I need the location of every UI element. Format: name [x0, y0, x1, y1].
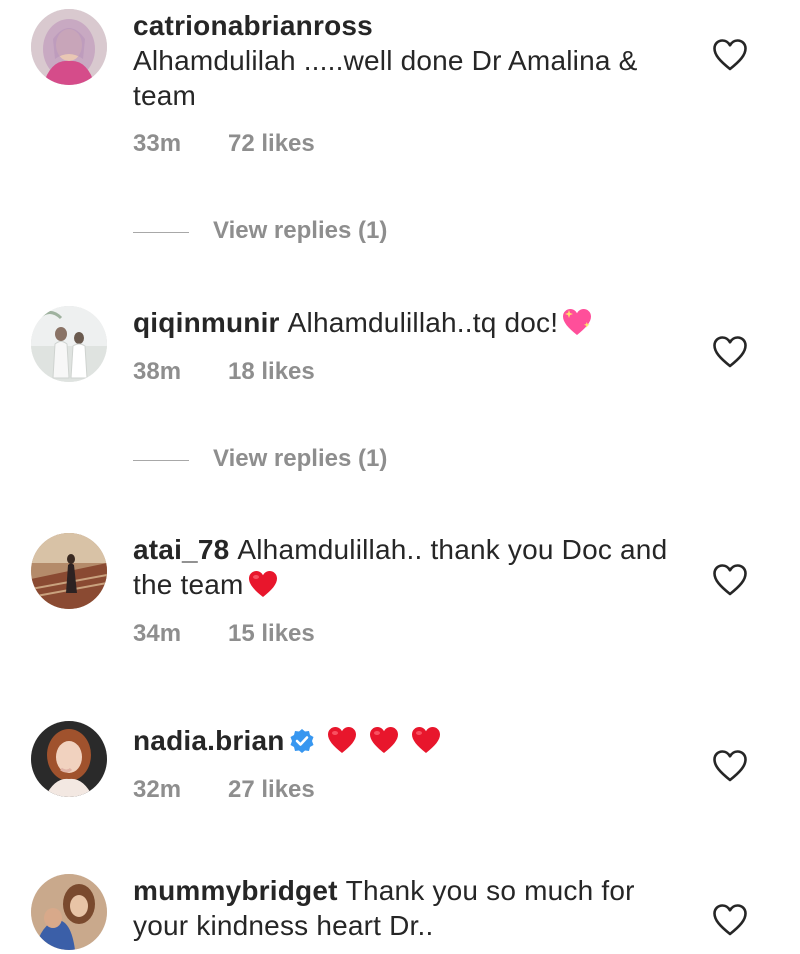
- comment-likes[interactable]: 18 likes: [228, 358, 315, 386]
- red-heart-emoji: [327, 727, 356, 753]
- like-button[interactable]: [712, 749, 748, 783]
- comment-time[interactable]: 32m: [133, 776, 228, 804]
- comment-time[interactable]: 33m: [133, 130, 228, 158]
- red-heart-emoji: [411, 727, 440, 753]
- sparkling-heart-emoji: [563, 309, 592, 335]
- red-heart-emoji: [369, 727, 398, 753]
- comment-username[interactable]: nadia.brian: [133, 725, 285, 756]
- like-button[interactable]: [712, 38, 748, 72]
- avatar[interactable]: [31, 9, 107, 85]
- avatar[interactable]: [31, 533, 107, 609]
- comment-username[interactable]: atai_78: [133, 534, 229, 565]
- heart-outline-icon: [713, 750, 747, 782]
- avatar[interactable]: [31, 721, 107, 797]
- replies-divider: [133, 460, 189, 461]
- comment-meta: 38m 18 likes: [133, 358, 315, 386]
- heart-outline-icon: [713, 564, 747, 596]
- red-heart-emoji: [248, 571, 277, 597]
- heart-outline-icon: [713, 336, 747, 368]
- view-replies-label: View replies (1): [213, 217, 388, 244]
- heart-outline-icon: [713, 39, 747, 71]
- comment-text-block: qiqinmunir Alhamdulillah..tq doc!: [133, 305, 673, 340]
- comment-text-block: atai_78 Alhamdulillah.. thank you Doc and…: [133, 532, 673, 602]
- like-button[interactable]: [712, 563, 748, 597]
- like-button[interactable]: [712, 903, 748, 937]
- verified-badge-icon: [290, 729, 314, 753]
- comment-likes[interactable]: 72 likes: [228, 130, 315, 158]
- view-replies-label: View replies (1): [213, 445, 388, 472]
- comment-meta: 34m 15 likes: [133, 620, 315, 648]
- replies-divider: [133, 232, 189, 233]
- comment-text-block: catrionabrianross Alhamdulilah .....well…: [133, 8, 673, 113]
- comment-username[interactable]: qiqinmunir: [133, 307, 280, 338]
- comment-username[interactable]: mummybridget: [133, 875, 338, 906]
- comment-time[interactable]: 38m: [133, 358, 228, 386]
- comment-body: Alhamdulillah..tq doc!: [287, 307, 559, 338]
- comment-body: Alhamdulilah .....well done Dr Amalina &…: [133, 45, 638, 111]
- like-button[interactable]: [712, 335, 748, 369]
- comment-meta: 33m 72 likes: [133, 130, 315, 158]
- heart-outline-icon: [713, 904, 747, 936]
- comment-likes[interactable]: 15 likes: [228, 620, 315, 648]
- comment-text-block: nadia.brian: [133, 723, 673, 758]
- comment-meta: 32m 27 likes: [133, 776, 315, 804]
- comment-text-block: mummybridget Thank you so much for your k…: [133, 873, 673, 943]
- comment-likes[interactable]: 27 likes: [228, 776, 315, 804]
- avatar[interactable]: [31, 306, 107, 382]
- avatar[interactable]: [31, 874, 107, 950]
- comment-username[interactable]: catrionabrianross: [133, 10, 373, 41]
- comment-time[interactable]: 34m: [133, 620, 228, 648]
